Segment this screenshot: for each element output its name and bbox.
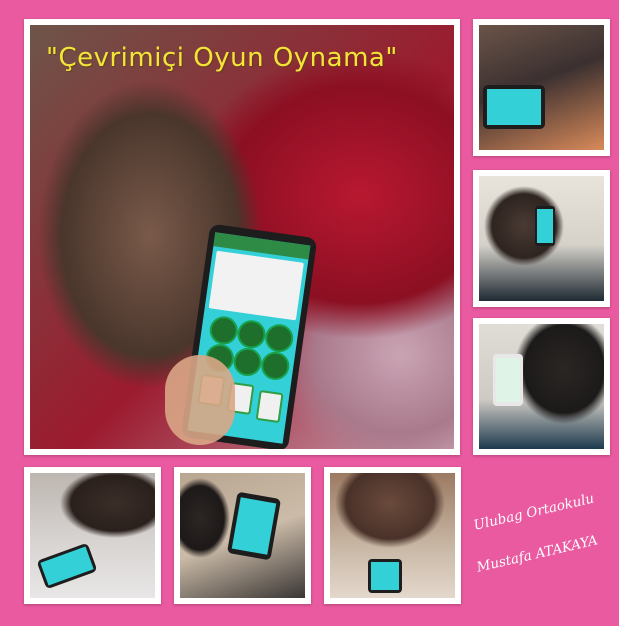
game-screen — [496, 358, 520, 402]
game-screen — [487, 89, 541, 125]
photo-bottom-2 — [180, 473, 305, 598]
photo-right-1 — [479, 25, 604, 150]
phone — [226, 491, 282, 561]
game-card — [255, 390, 284, 424]
game-screen — [371, 562, 399, 590]
photo-bottom-1-frame — [24, 467, 161, 604]
photo-right-1-frame — [473, 19, 610, 156]
question-panel — [208, 250, 304, 321]
phone — [368, 559, 402, 593]
caption-school: Ulubag Ortaokulu — [472, 490, 596, 534]
hand — [165, 355, 235, 445]
photo-bottom-3-frame — [324, 467, 461, 604]
photo-bottom-2-frame — [174, 467, 311, 604]
caption-author: Mustafa ATAKAYA — [475, 532, 600, 576]
photo-bottom-1 — [30, 473, 155, 598]
game-screen — [40, 546, 94, 586]
phone — [535, 206, 555, 246]
phone — [36, 542, 98, 590]
game-screen — [231, 497, 277, 555]
photo-right-3-frame — [473, 318, 610, 455]
main-photo: "Çevrimiçi Oyun Oynama" — [30, 25, 454, 449]
game-dot — [207, 314, 240, 347]
game-screen — [537, 209, 553, 243]
game-dot — [231, 346, 264, 378]
phone — [483, 85, 545, 129]
photo-right-3 — [479, 324, 604, 449]
game-dot — [235, 318, 268, 351]
game-dot — [263, 322, 296, 355]
photo-right-2 — [479, 176, 604, 301]
photo-right-2-frame — [473, 170, 610, 307]
main-photo-frame: "Çevrimiçi Oyun Oynama" — [24, 19, 460, 455]
photo-bottom-3 — [330, 473, 455, 598]
phone — [493, 354, 523, 406]
game-dot — [259, 350, 292, 382]
photo-title: "Çevrimiçi Oyun Oynama" — [46, 43, 398, 73]
